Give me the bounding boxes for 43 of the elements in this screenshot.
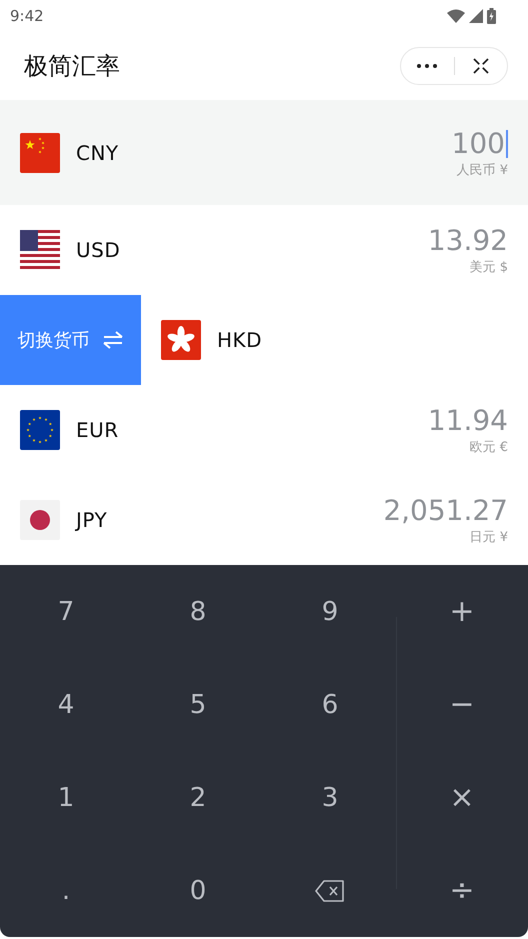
swap-icon bbox=[102, 330, 124, 350]
currency-name: 人民币 ¥ bbox=[456, 162, 508, 178]
digit-key[interactable]: 6 bbox=[264, 658, 396, 751]
wifi-icon bbox=[447, 9, 465, 23]
currency-code: EUR bbox=[76, 418, 119, 442]
digit-key[interactable]: 1 bbox=[0, 751, 132, 844]
digit-key[interactable]: 3 bbox=[264, 751, 396, 844]
backspace-icon[interactable] bbox=[315, 880, 345, 902]
signal-icon bbox=[469, 9, 483, 23]
currency-row[interactable]: CNY 100 人民币 ¥ bbox=[0, 100, 528, 205]
operator-key[interactable]: ÷ bbox=[396, 844, 528, 937]
operator-key[interactable]: − bbox=[396, 658, 528, 751]
currency-code: HKD bbox=[217, 328, 262, 352]
currency-code: USD bbox=[76, 238, 120, 262]
amount-value: 13.92 bbox=[428, 224, 508, 258]
amount-value: 2,051.27 bbox=[383, 494, 508, 528]
digit-key[interactable]: 4 bbox=[0, 658, 132, 751]
flag-icon bbox=[161, 320, 201, 360]
digit-key[interactable]: 9 bbox=[264, 565, 396, 658]
digit-key[interactable]: 0 bbox=[132, 844, 264, 937]
status-time: 9:42 bbox=[10, 7, 44, 25]
close-icon[interactable] bbox=[472, 57, 490, 75]
flag-icon bbox=[20, 500, 60, 540]
currency-code: CNY bbox=[76, 140, 119, 164]
digit-key[interactable]: 7 bbox=[0, 565, 132, 658]
app-title: 极简汇率 bbox=[24, 51, 120, 82]
flag-icon bbox=[20, 230, 60, 270]
digit-key[interactable]: 8 bbox=[132, 565, 264, 658]
currency-code: JPY bbox=[76, 508, 108, 532]
digit-key[interactable]: 5 bbox=[132, 658, 264, 751]
amount-value: 11.94 bbox=[428, 404, 508, 438]
flag-icon bbox=[20, 132, 60, 172]
digit-key[interactable]: 2 bbox=[132, 751, 264, 844]
operator-key[interactable]: × bbox=[396, 751, 528, 844]
battery-icon bbox=[487, 8, 496, 24]
operator-key[interactable]: + bbox=[396, 565, 528, 658]
currency-name: 欧元 € bbox=[470, 439, 508, 456]
switch-currency-button[interactable]: 切换货币 bbox=[0, 295, 141, 385]
digit-key[interactable]: . bbox=[0, 844, 132, 937]
flag-icon bbox=[20, 410, 60, 450]
currency-name: 美元 $ bbox=[470, 259, 508, 276]
currency-name: 日元 ¥ bbox=[470, 529, 508, 546]
more-icon[interactable] bbox=[417, 64, 438, 68]
